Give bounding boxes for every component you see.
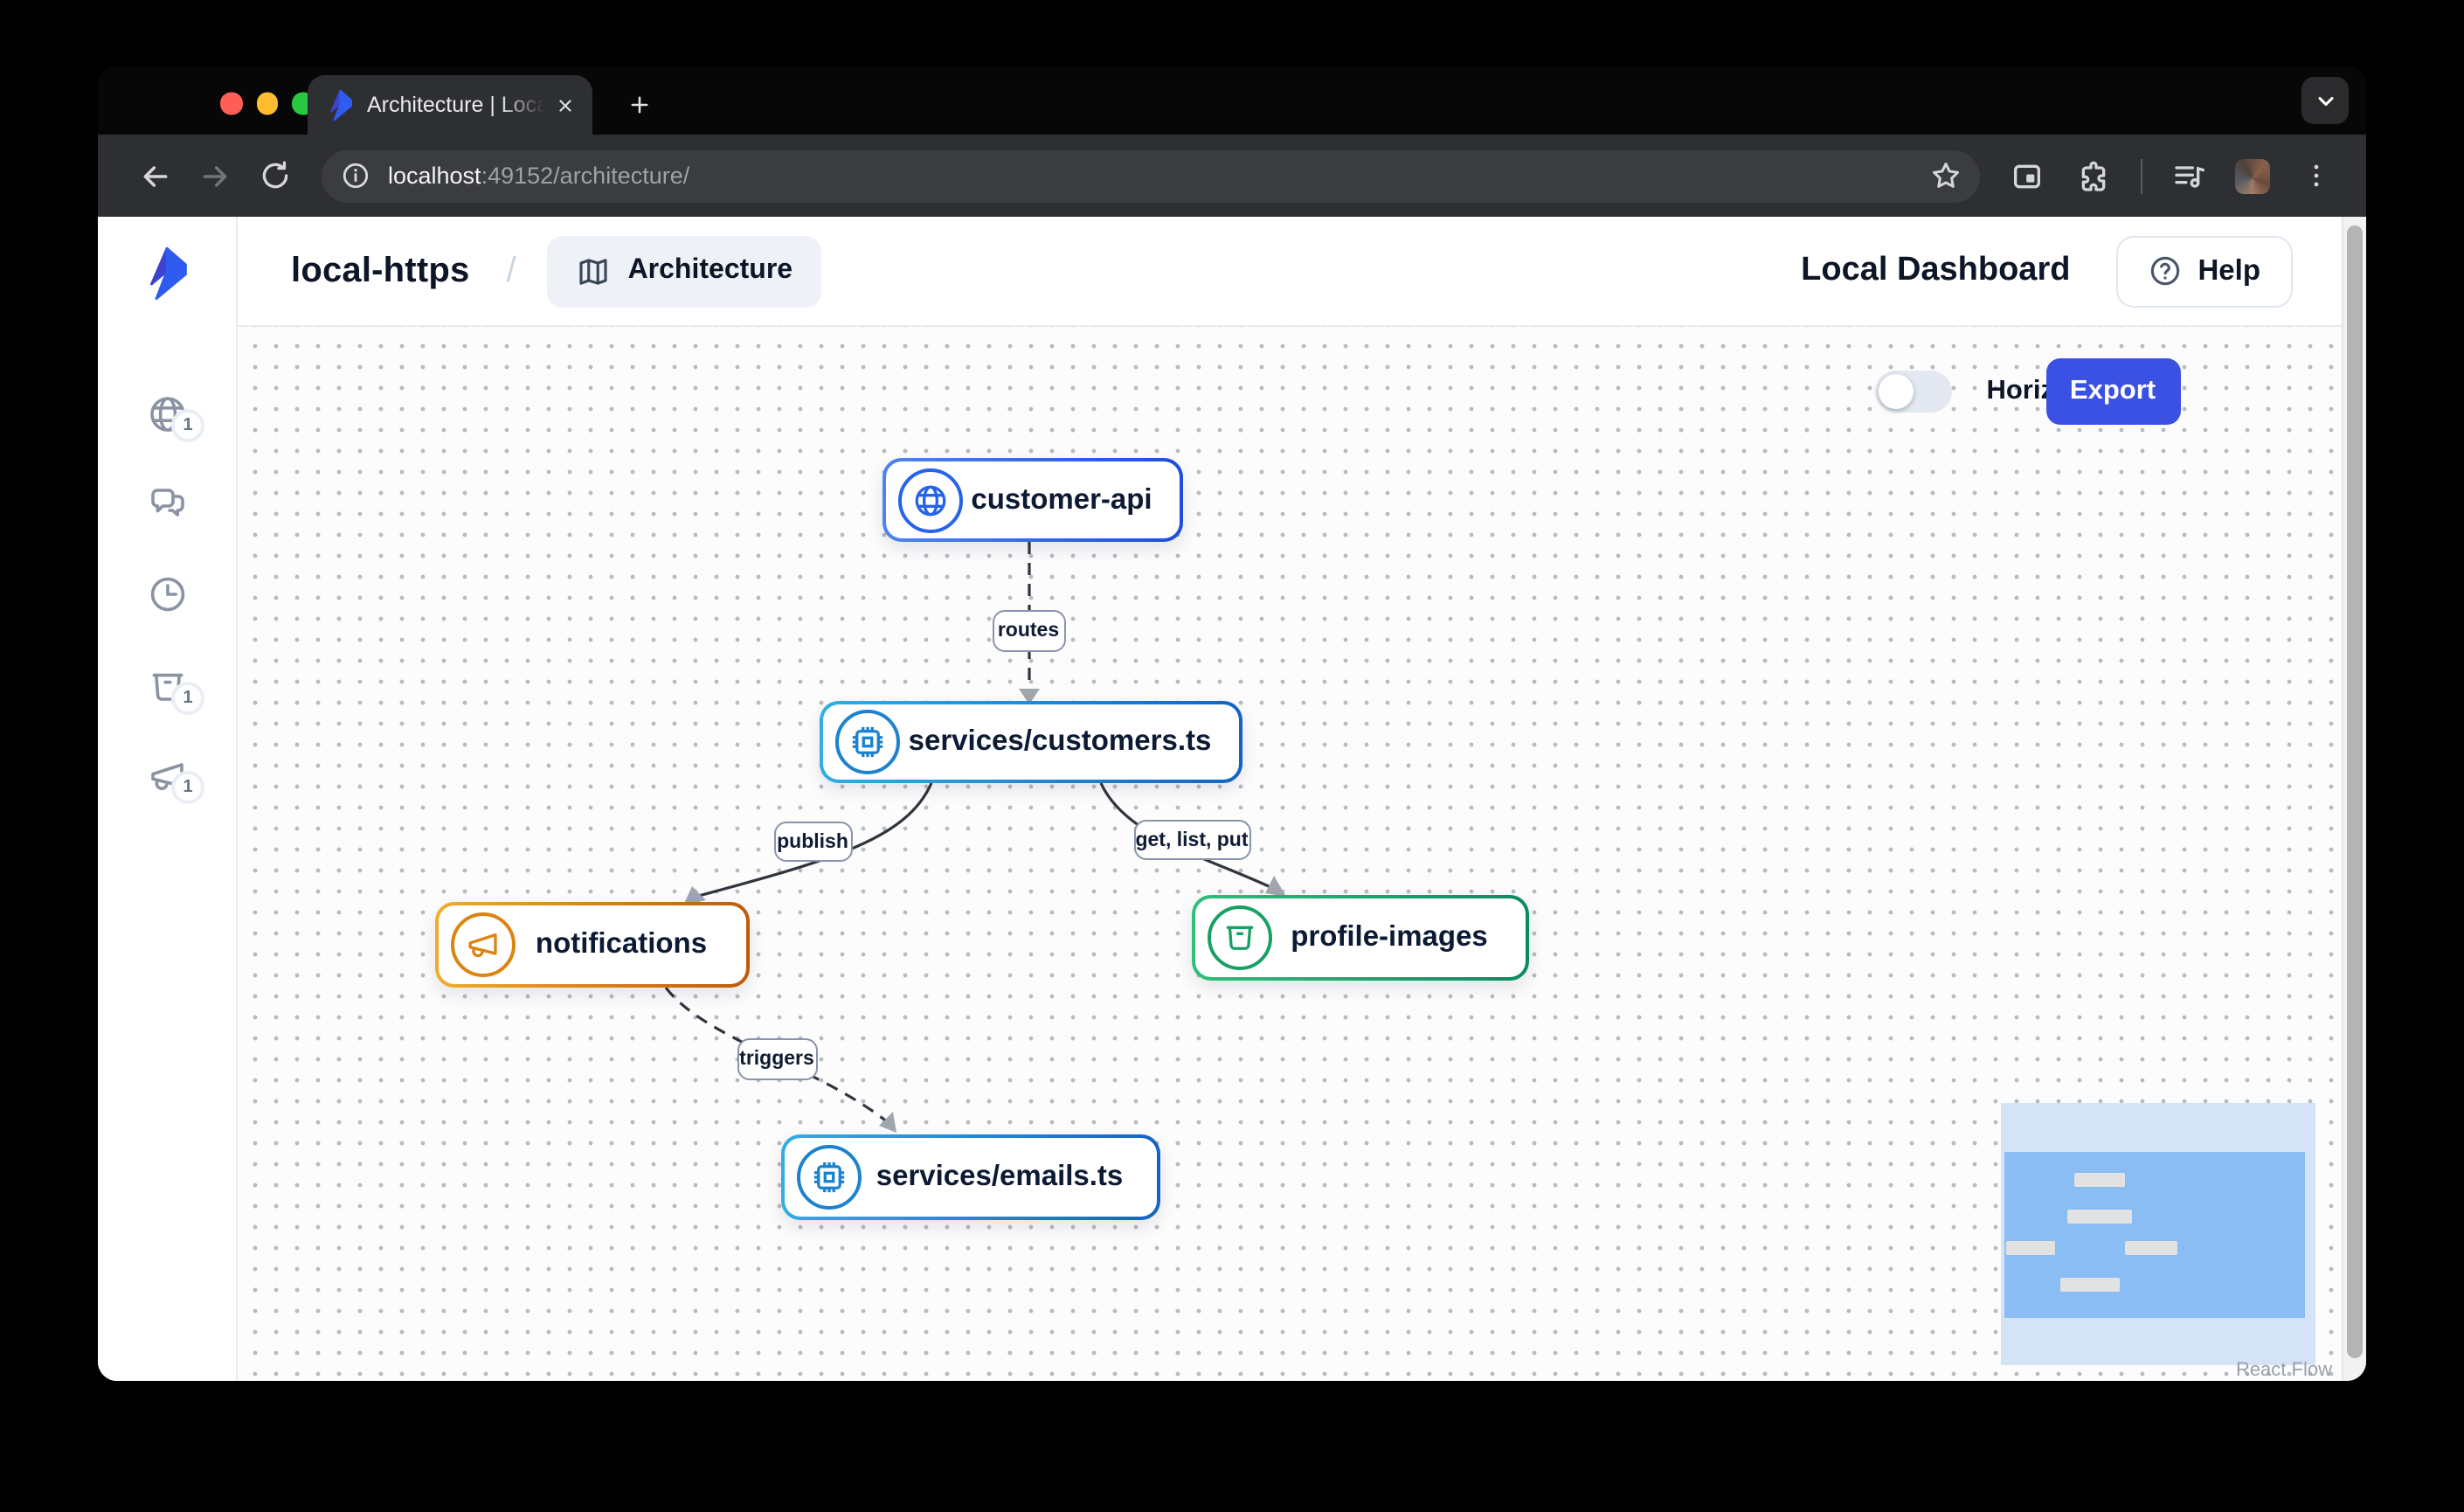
- screen: Architecture | Local Dashboar: [0, 0, 2464, 1512]
- forward-button[interactable]: [185, 146, 245, 205]
- help-icon: [2147, 253, 2182, 288]
- edge-label-get-list-put: get, list, put: [1133, 820, 1250, 860]
- url-host: localhost: [388, 163, 481, 189]
- sidebar-item-pubsub[interactable]: 1: [147, 755, 189, 797]
- dashboard-page: 1 1 1: [98, 217, 2366, 1381]
- browser-tab[interactable]: Architecture | Local Dashboar: [308, 75, 592, 135]
- sidebar-item-traces[interactable]: [147, 573, 189, 615]
- edge-label-triggers: triggers: [737, 1038, 817, 1080]
- flow-minimap[interactable]: [2000, 1103, 2315, 1365]
- chat-icon: [147, 482, 189, 524]
- close-window-button[interactable]: [220, 93, 242, 114]
- sidebar-item-chat[interactable]: [147, 482, 189, 524]
- sidebar-item-buckets[interactable]: 1: [147, 666, 189, 708]
- tab-search-chevron-button[interactable]: [2301, 77, 2349, 124]
- bucket-icon: [1207, 905, 1271, 970]
- toolbar-divider: [2141, 158, 2142, 193]
- tab-strip: Architecture | Local Dashboar: [98, 66, 2366, 135]
- minimap-node: [2059, 1278, 2119, 1292]
- url-path: :49152/architecture/: [481, 163, 690, 189]
- export-button[interactable]: Export: [2045, 358, 2180, 425]
- node-label: profile-images: [1271, 921, 1525, 954]
- minimap-node: [2005, 1241, 2054, 1255]
- dashboard-title: Local Dashboard: [1801, 252, 2070, 290]
- node-services-customers[interactable]: services/customers.ts: [819, 701, 1242, 783]
- breadcrumb-separator: /: [506, 251, 516, 291]
- profile-avatar[interactable]: [2235, 158, 2270, 193]
- node-services-emails[interactable]: services/emails.ts: [780, 1134, 1159, 1220]
- architecture-canvas[interactable]: Horizontal Export customer-api: [237, 327, 2341, 1381]
- badge-count: 1: [171, 771, 204, 804]
- scrollbar-thumb[interactable]: [2346, 225, 2363, 1358]
- horizontal-toggle[interactable]: [1874, 371, 1951, 413]
- architecture-tab-label: Architecture: [628, 255, 793, 287]
- edge-label-routes: routes: [992, 610, 1065, 652]
- edge-label-publish: publish: [773, 822, 852, 862]
- window-controls: [220, 93, 314, 114]
- chip-icon: [796, 1145, 861, 1210]
- node-label: services/emails.ts: [861, 1161, 1156, 1194]
- tab-title: Architecture | Local Dashboar: [367, 93, 550, 117]
- bookmark-star-icon[interactable]: [1921, 151, 1969, 200]
- node-label: notifications: [515, 928, 745, 961]
- site-info-icon[interactable]: [334, 155, 376, 197]
- url-text: localhost:49152/architecture/: [388, 163, 1921, 189]
- help-button-label: Help: [2198, 254, 2260, 288]
- globe-icon: [897, 468, 962, 532]
- browser-toolbar: localhost:49152/architecture/: [98, 135, 2366, 217]
- minimap-node: [2073, 1173, 2124, 1187]
- media-playlist-icon[interactable]: [2160, 146, 2219, 205]
- browser-window: Architecture | Local Dashboar: [98, 66, 2366, 1381]
- badge-count: 1: [171, 409, 204, 442]
- architecture-tab[interactable]: Architecture: [548, 235, 821, 307]
- back-button[interactable]: [126, 146, 185, 205]
- help-button[interactable]: Help: [2115, 235, 2292, 307]
- reload-button[interactable]: [245, 146, 304, 205]
- react-flow-attribution: React Flow: [2236, 1360, 2332, 1381]
- side-panel-icon[interactable]: [1997, 146, 2057, 205]
- favicon: [327, 87, 355, 122]
- encore-logo[interactable]: [145, 243, 190, 302]
- toolbar-actions: [1997, 146, 2345, 205]
- tab-close-icon[interactable]: [550, 91, 578, 119]
- node-notifications[interactable]: notifications: [434, 902, 749, 988]
- minimap-node: [2066, 1210, 2131, 1224]
- sidebar: 1 1 1: [98, 217, 237, 1381]
- new-tab-button[interactable]: [617, 82, 662, 128]
- extensions-puzzle-icon[interactable]: [2064, 146, 2123, 205]
- minimap-node: [2124, 1241, 2177, 1255]
- node-customer-api[interactable]: customer-api: [882, 458, 1182, 542]
- map-icon: [576, 253, 613, 289]
- page-scrollbar[interactable]: [2341, 217, 2366, 1381]
- node-label: customer-api: [962, 483, 1179, 517]
- main-column: local-https / Architecture Local Dashboa…: [237, 217, 2341, 1381]
- breadcrumb-project: local-https: [291, 251, 469, 291]
- megaphone-icon: [450, 912, 515, 977]
- minimap-viewport: [2004, 1152, 2304, 1318]
- sidebar-item-api[interactable]: 1: [147, 393, 189, 435]
- chip-icon: [834, 710, 899, 774]
- clock-icon: [147, 573, 189, 615]
- node-profile-images[interactable]: profile-images: [1191, 895, 1528, 981]
- minimize-window-button[interactable]: [256, 93, 278, 114]
- toggle-knob: [1878, 374, 1913, 409]
- header-right: Local Dashboard Help: [1801, 235, 2292, 307]
- browser-menu-icon[interactable]: [2286, 146, 2345, 205]
- badge-count: 1: [171, 682, 204, 715]
- address-bar[interactable]: localhost:49152/architecture/: [322, 149, 1980, 202]
- page-header: local-https / Architecture Local Dashboa…: [237, 217, 2341, 327]
- node-label: services/customers.ts: [899, 725, 1238, 759]
